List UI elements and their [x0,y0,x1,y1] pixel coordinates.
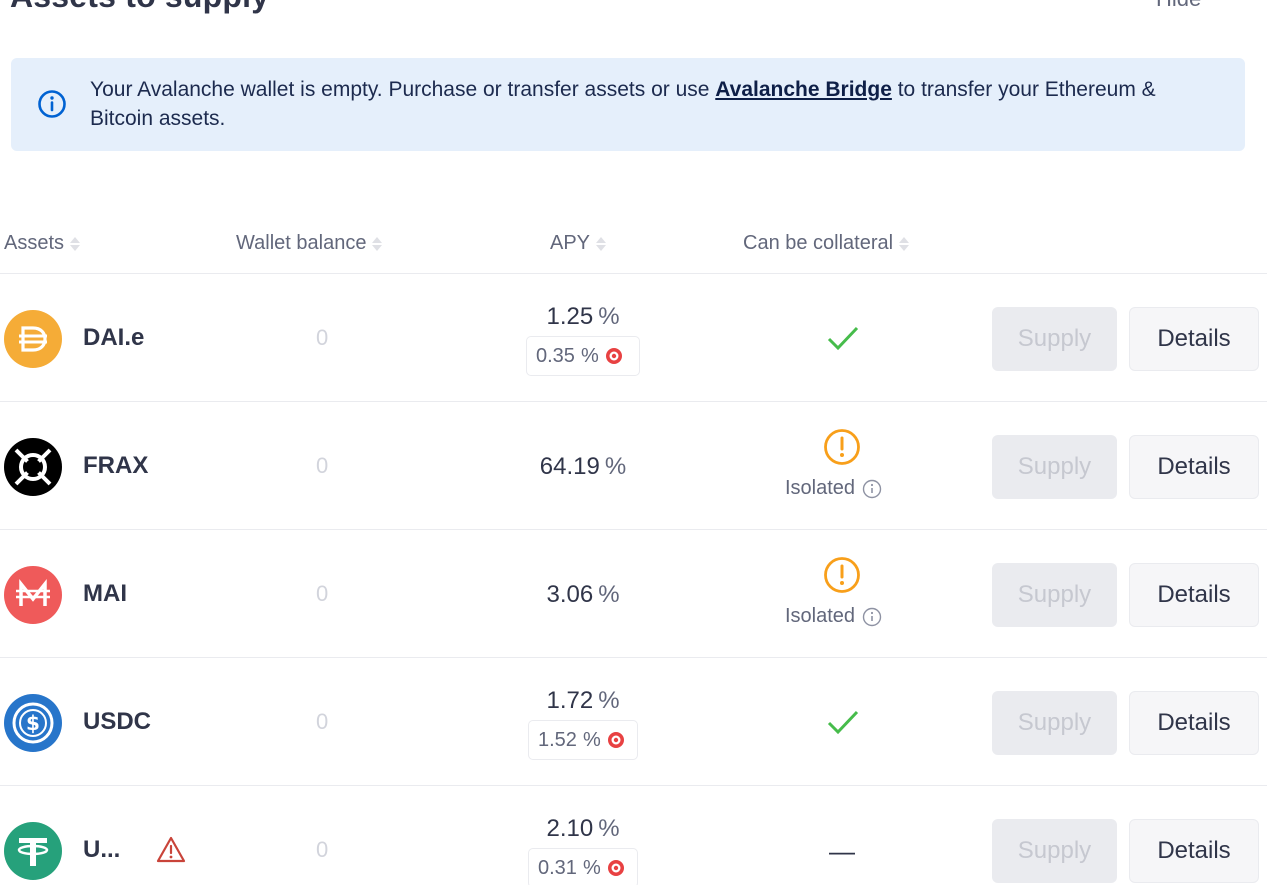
apy-unit: % [598,687,620,714]
asset-symbol: FRAX [83,452,149,479]
incentive-number: 0.35 [536,344,575,367]
header-collateral[interactable]: Can be collateral [743,232,910,255]
isolated-text: Isolated [785,477,856,499]
wallet-balance: 0 [316,453,329,478]
usdc-logo-icon: $ [4,694,62,752]
wallet-balance: 0 [316,837,329,862]
info-circle-icon [862,607,882,626]
apy-number: 2.10 [546,815,594,842]
details-button[interactable]: Details [1129,563,1259,627]
wallet-balance: 0 [316,325,329,350]
apy-value: 64.19% [468,453,698,481]
header-collateral-label: Can be collateral [743,232,894,254]
banner-message: Your Avalanche wallet is empty. Purchase… [90,75,1210,133]
tether-logo-icon [4,822,62,880]
info-circle-icon [862,479,882,498]
page-title: Assets to supply [10,0,269,15]
apy-value: 1.72% [468,687,698,715]
isolated-label[interactable]: Isolated [785,477,882,500]
isolated-label[interactable]: Isolated [785,605,882,628]
incentive-badge[interactable]: 0.31% [528,848,638,885]
avax-reward-icon [607,860,624,876]
header-wallet-balance[interactable]: Wallet balance [236,232,383,255]
header-assets[interactable]: Assets [4,232,81,255]
isolated-warning-icon [824,557,860,593]
apy-number: 64.19 [539,453,600,480]
warning-triangle-icon[interactable] [156,835,186,865]
apy-unit: % [604,453,627,480]
banner-text-before: Your Avalanche wallet is empty. Purchase… [90,78,716,101]
table-row: DAI.e 0 1.25% 0.35% Supply Details [0,274,1267,402]
incentive-unit: % [582,728,601,751]
apy-unit: % [598,581,620,608]
apy-value: 3.06% [468,581,698,609]
wallet-balance: 0 [316,709,329,734]
isolated-warning-icon [824,429,860,465]
details-button[interactable]: Details [1129,307,1259,371]
asset-symbol: U... [83,836,121,863]
sort-icon [596,236,607,252]
collateral-dash: — [829,836,855,866]
info-circle-icon [38,90,66,118]
sort-icon [70,236,81,252]
incentive-number: 0.31 [538,856,577,879]
header-wallet-balance-label: Wallet balance [236,232,367,254]
apy-value: 2.10% [468,815,698,843]
isolated-text: Isolated [785,605,856,627]
check-icon [827,710,859,735]
incentive-unit: % [580,344,599,367]
svg-text:$: $ [26,711,40,735]
incentive-unit: % [582,856,601,879]
avax-reward-icon [605,348,622,364]
supply-button[interactable]: Supply [992,819,1117,883]
incentive-badge[interactable]: 0.35% [526,336,640,376]
details-button[interactable]: Details [1129,691,1259,755]
asset-symbol: MAI [83,580,127,607]
supply-button[interactable]: Supply [992,435,1117,499]
table-row: U... 0 2.10% 0.31% — Supply Details [0,786,1267,885]
apy-number: 1.72 [546,687,594,714]
avalanche-bridge-link[interactable]: Avalanche Bridge [715,78,892,101]
asset-symbol: USDC [83,708,152,735]
apy-unit: % [598,303,620,330]
header-apy-label: APY [550,232,591,254]
supply-button[interactable]: Supply [992,691,1117,755]
details-button[interactable]: Details [1129,435,1259,499]
incentive-badge[interactable]: 1.52% [528,720,638,760]
hide-toggle[interactable]: Hide [1156,0,1201,12]
supply-button[interactable]: Supply [992,307,1117,371]
mai-logo-icon [4,566,62,624]
sort-icon [372,236,383,252]
frax-logo-icon [4,438,62,496]
wallet-balance: 0 [316,581,329,606]
header-apy[interactable]: APY [550,232,607,255]
table-row: $ USDC 0 1.72% 1.52% Supply Details [0,658,1267,786]
sort-icon [899,236,910,252]
info-banner: Your Avalanche wallet is empty. Purchase… [11,58,1245,151]
supply-button[interactable]: Supply [992,563,1117,627]
apy-number: 1.25 [546,303,594,330]
table-row: FRAX 0 64.19% Isolated Supply Details [0,402,1267,530]
apy-unit: % [598,815,620,842]
incentive-number: 1.52 [538,728,577,751]
apy-value: 1.25% [468,303,698,331]
dai-logo-icon [4,310,62,368]
table-row: MAI 0 3.06% Isolated Supply Details [0,530,1267,658]
header-assets-label: Assets [4,232,65,254]
apy-number: 3.06 [546,581,594,608]
avax-reward-icon [607,732,624,748]
details-button[interactable]: Details [1129,819,1259,883]
check-icon [827,326,859,351]
asset-symbol: DAI.e [83,324,145,351]
